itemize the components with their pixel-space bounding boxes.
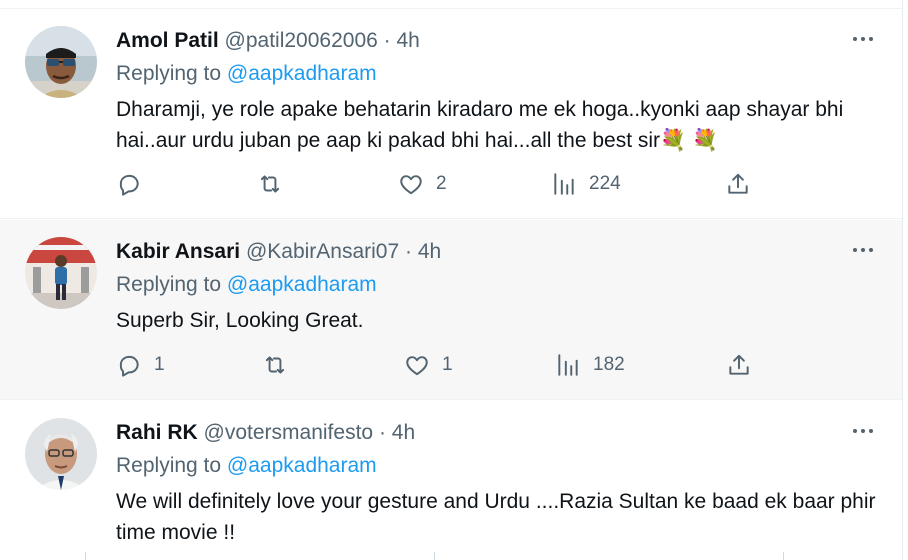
user-handle[interactable]: @KabirAnsari07 [246,240,399,263]
reply-bubble-icon [119,174,139,196]
tweet-header: Amol Patil @patil20062006 · 4h [116,29,420,53]
reply-mention-link[interactable]: @aapkadharam [227,454,377,477]
divider-tick [783,552,784,560]
right-border [902,0,903,560]
top-divider [0,0,902,9]
display-name[interactable]: Kabir Ansari [116,240,240,263]
reply-mention-link[interactable]: @aapkadharam [227,273,377,296]
more-dots-icon[interactable] [848,29,878,49]
like-button[interactable]: 1 [404,348,453,382]
share-upload-icon [729,354,749,375]
replying-to-label: Replying to [116,62,222,85]
more-dots-icon[interactable] [848,240,878,260]
tweet-text: Dharamji, ye role apake behatarin kirada… [116,98,844,152]
display-name[interactable]: Rahi RK [116,421,198,444]
retweet-icon [265,356,285,374]
views-bar-icon [554,173,574,195]
replying-to-label: Replying to [116,454,222,477]
like-button[interactable]: 2 [398,167,447,201]
separator-dot: · [405,240,413,263]
reply-tweet[interactable]: Amol Patil @patil20062006 · 4h Replying … [0,9,902,219]
reply-tweet[interactable]: Rahi RK @votersmanifesto · 4h Replying t… [0,401,902,560]
share-button[interactable] [725,167,751,201]
heart-icon [400,175,422,195]
timestamp[interactable]: 4h [397,29,420,52]
share-button[interactable] [726,348,752,382]
view-count: 224 [589,173,621,194]
share-upload-icon [728,173,748,194]
retweet-icon [260,175,280,193]
user-handle[interactable]: @patil20062006 [225,29,378,52]
like-count: 1 [442,354,453,375]
avatar[interactable] [25,418,97,490]
reply-count: 1 [154,354,165,375]
reply-button[interactable]: 1 [116,348,165,382]
separator-dot: · [378,421,386,444]
divider-tick [85,552,86,560]
timestamp[interactable]: 4h [392,421,415,444]
reply-mention-link[interactable]: @aapkadharam [227,62,377,85]
user-handle[interactable]: @votersmanifesto [204,421,374,444]
replying-to-label: Replying to [116,273,222,296]
replying-to: Replying to @aapkadharam [116,273,377,297]
tweet-text: We will definitely love your gesture and… [116,490,876,544]
views-button[interactable]: 182 [555,348,625,382]
tweet-header: Rahi RK @votersmanifesto · 4h [116,421,415,445]
tweet-header: Kabir Ansari @KabirAnsari07 · 4h [116,240,441,264]
avatar[interactable] [25,237,97,309]
view-count: 182 [593,354,625,375]
views-bar-icon [558,354,578,376]
avatar[interactable] [25,26,97,98]
replying-to: Replying to @aapkadharam [116,62,377,86]
action-bar: 1 1 182 [116,348,766,382]
views-button[interactable]: 224 [551,167,621,201]
separator-dot: · [383,29,391,52]
reply-button[interactable] [116,167,154,201]
like-count: 2 [436,173,447,194]
replying-to: Replying to @aapkadharam [116,454,377,478]
retweet-button[interactable] [257,167,295,201]
reply-tweet[interactable]: Kabir Ansari @KabirAnsari07 · 4h Replyin… [0,220,902,400]
reply-bubble-icon [119,355,139,377]
more-dots-icon[interactable] [848,421,878,441]
retweet-button[interactable] [262,348,300,382]
action-bar: 2 224 [116,167,766,201]
display-name[interactable]: Amol Patil [116,29,219,52]
divider-tick [434,552,435,560]
timestamp[interactable]: 4h [418,240,441,263]
heart-icon [406,356,428,376]
tweet-text: Superb Sir, Looking Great. [116,309,364,332]
